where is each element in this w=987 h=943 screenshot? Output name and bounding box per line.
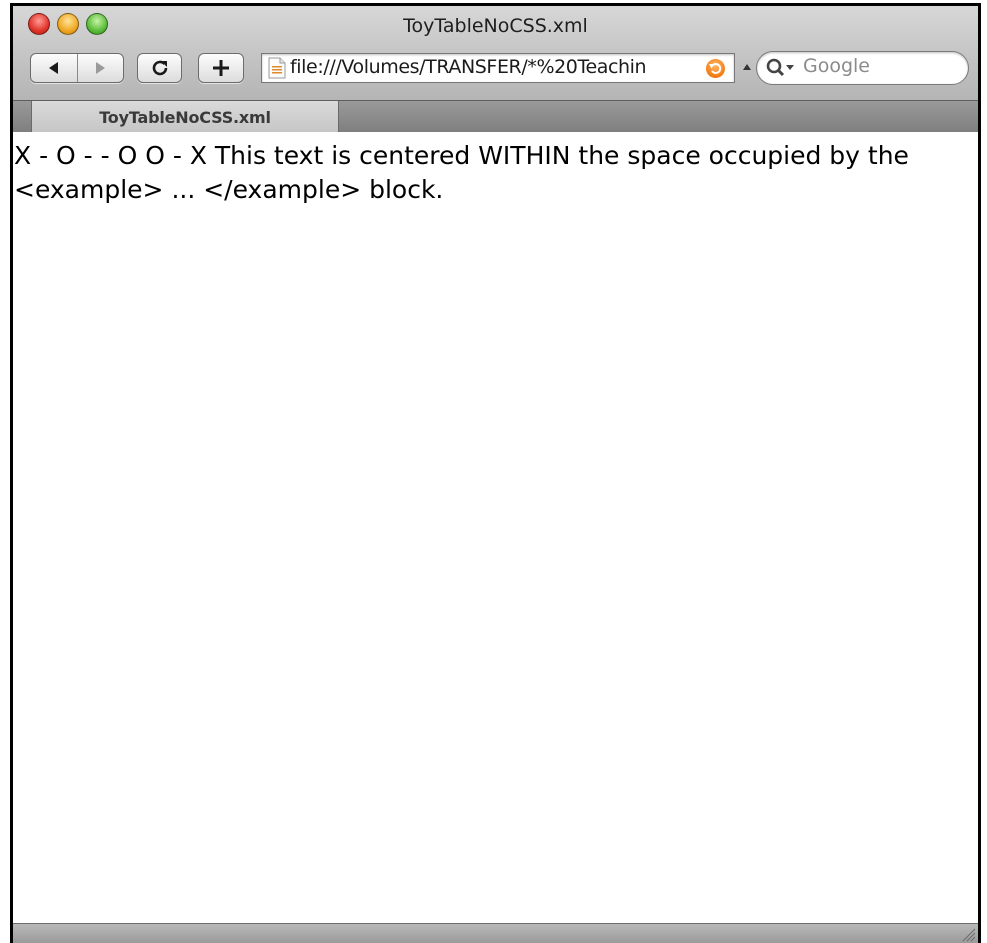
tab-bar: ToyTableNoCSS.xml (13, 100, 978, 132)
navigation-toolbar: file:///Volumes/TRANSFER/*%20Teachin (13, 42, 978, 100)
status-bar (13, 923, 978, 943)
address-bar[interactable]: file:///Volumes/TRANSFER/*%20Teachin (261, 53, 735, 83)
search-icon[interactable] (765, 57, 797, 79)
page-text: X - O - - O O - X This text is centered … (14, 141, 909, 204)
tab-toytablenocss[interactable]: ToyTableNoCSS.xml (31, 101, 339, 132)
reload-button[interactable] (137, 53, 182, 83)
url-text[interactable]: file:///Volumes/TRANSFER/*%20Teachin (290, 56, 710, 78)
snapback-arrow-icon (709, 63, 722, 74)
resize-grip-icon[interactable] (960, 926, 976, 942)
forward-arrow-icon (96, 62, 106, 74)
forward-button[interactable] (76, 54, 124, 82)
add-bookmark-button[interactable] (198, 53, 244, 83)
back-button[interactable] (31, 54, 77, 82)
reload-icon (152, 60, 167, 76)
chevron-up-icon[interactable] (743, 64, 751, 70)
browser-window: ToyTableNoCSS.xml file:///Volumes/TRANSF… (10, 3, 981, 943)
snapback-button[interactable] (706, 59, 725, 78)
window-title: ToyTableNoCSS.xml (403, 15, 588, 37)
search-input[interactable] (803, 55, 953, 77)
back-arrow-icon (48, 62, 58, 74)
back-forward-control (30, 53, 124, 83)
page-content: X - O - - O O - X This text is centered … (13, 132, 978, 923)
browser-chrome: ToyTableNoCSS.xml file:///Volumes/TRANSF… (13, 6, 978, 132)
document-icon (268, 57, 286, 79)
search-field[interactable] (756, 51, 969, 85)
tab-label: ToyTableNoCSS.xml (99, 108, 271, 127)
title-bar[interactable]: ToyTableNoCSS.xml (13, 6, 978, 42)
plus-icon (213, 60, 229, 76)
